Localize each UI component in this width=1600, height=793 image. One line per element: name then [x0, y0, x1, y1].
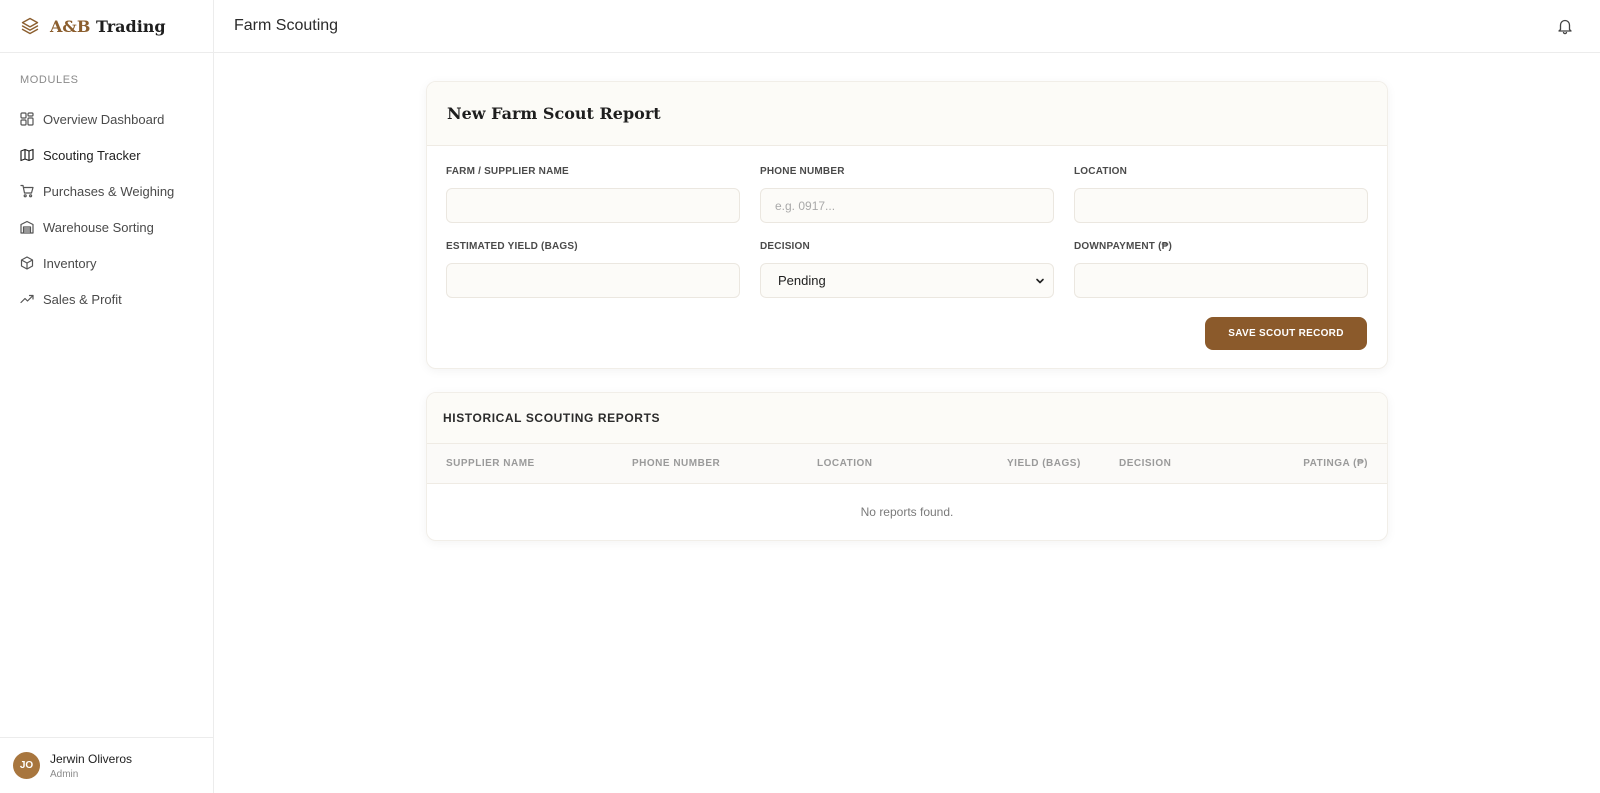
- farm-name-input[interactable]: [446, 188, 740, 223]
- top-bar: Farm Scouting: [214, 0, 1600, 53]
- form-header: New Farm Scout Report: [427, 82, 1387, 146]
- yield-label: ESTIMATED YIELD (BAGS): [446, 241, 578, 252]
- brand-name: A&B Trading: [50, 17, 166, 36]
- page-title: Farm Scouting: [234, 17, 339, 34]
- bell-icon[interactable]: [1556, 17, 1574, 35]
- sidebar-item-scouting-tracker[interactable]: Scouting Tracker: [0, 137, 213, 173]
- column-header-phone-number: PHONE NUMBER: [632, 458, 721, 469]
- save-scout-record-button[interactable]: SAVE SCOUT RECORD: [1205, 317, 1367, 350]
- sidebar-item-warehouse-sorting[interactable]: Warehouse Sorting: [0, 209, 213, 245]
- avatar: JO: [13, 752, 40, 779]
- box-icon: [20, 256, 34, 270]
- sidebar-item-inventory[interactable]: Inventory: [0, 245, 213, 281]
- user-role: Admin: [50, 768, 79, 780]
- location-label: LOCATION: [1074, 166, 1128, 177]
- sidebar-item-label: Sales & Profit: [43, 291, 122, 307]
- map-icon: [20, 148, 34, 162]
- sidebar-item-purchases-weighing[interactable]: Purchases & Weighing: [0, 173, 213, 209]
- table-header: HISTORICAL SCOUTING REPORTS: [427, 393, 1387, 444]
- historical-reports-table: HISTORICAL SCOUTING REPORTS SUPPLIER NAM…: [426, 392, 1388, 541]
- warehouse-icon: [20, 220, 34, 234]
- form-title: New Farm Scout Report: [447, 104, 661, 123]
- farm-name-field-group: FARM / SUPPLIER NAME: [446, 166, 740, 223]
- grid-icon: [20, 112, 34, 126]
- modules-section-label: MODULES: [20, 74, 79, 86]
- farm-name-label: FARM / SUPPLIER NAME: [446, 166, 569, 177]
- chevron-down-icon: [1035, 276, 1045, 286]
- location-field-group: LOCATION: [1074, 166, 1368, 223]
- trending-up-icon: [20, 292, 34, 306]
- location-input[interactable]: [1074, 188, 1368, 223]
- yield-input[interactable]: [446, 263, 740, 298]
- table-column-headers: SUPPLIER NAME PHONE NUMBER LOCATION YIEL…: [427, 444, 1387, 484]
- downpayment-input[interactable]: [1074, 263, 1368, 298]
- brand-name-part-b: Trading: [90, 16, 166, 36]
- sidebar: A&B Trading MODULES Overview Dashboard S…: [0, 0, 214, 793]
- phone-field-group: PHONE NUMBER: [760, 166, 1054, 223]
- empty-state-message: No reports found.: [860, 505, 954, 519]
- user-name: Jerwin Oliveros: [50, 751, 133, 766]
- column-header-decision: DECISION: [1119, 458, 1172, 469]
- brand-name-part-a: A&B: [50, 16, 91, 36]
- sidebar-item-sales-profit[interactable]: Sales & Profit: [0, 281, 213, 317]
- sidebar-item-label: Scouting Tracker: [43, 147, 141, 163]
- sidebar-nav: Overview Dashboard Scouting Tracker Purc…: [0, 101, 213, 317]
- decision-field-group: DECISION Pending: [760, 241, 1054, 298]
- decision-selected-value: Pending: [778, 273, 826, 288]
- brand[interactable]: A&B Trading: [0, 0, 213, 53]
- user-profile[interactable]: JO Jerwin Oliveros Admin: [0, 737, 213, 793]
- sidebar-item-label: Warehouse Sorting: [43, 219, 154, 235]
- layers-icon: [20, 16, 40, 36]
- decision-label: DECISION: [760, 241, 810, 252]
- column-header-patinga: PATINGA (₱): [1303, 458, 1368, 469]
- table-title: HISTORICAL SCOUTING REPORTS: [443, 411, 661, 425]
- yield-field-group: ESTIMATED YIELD (BAGS): [446, 241, 740, 298]
- phone-input[interactable]: [760, 188, 1054, 223]
- sidebar-item-overview-dashboard[interactable]: Overview Dashboard: [0, 101, 213, 137]
- column-header-location: LOCATION: [817, 458, 873, 469]
- user-info: Jerwin Oliveros Admin: [50, 752, 132, 780]
- downpayment-field-group: DOWNPAYMENT (₱): [1074, 241, 1368, 298]
- phone-label: PHONE NUMBER: [760, 166, 845, 177]
- sidebar-item-label: Inventory: [43, 255, 97, 271]
- sidebar-item-label: Purchases & Weighing: [43, 183, 175, 199]
- sidebar-item-label: Overview Dashboard: [43, 111, 165, 127]
- column-header-yield: YIELD (BAGS): [1007, 458, 1081, 469]
- downpayment-label: DOWNPAYMENT (₱): [1074, 241, 1172, 252]
- decision-select[interactable]: Pending: [760, 263, 1054, 298]
- new-scout-report-form: New Farm Scout Report FARM / SUPPLIER NA…: [426, 81, 1388, 369]
- cart-icon: [20, 184, 34, 198]
- column-header-supplier-name: SUPPLIER NAME: [446, 458, 535, 469]
